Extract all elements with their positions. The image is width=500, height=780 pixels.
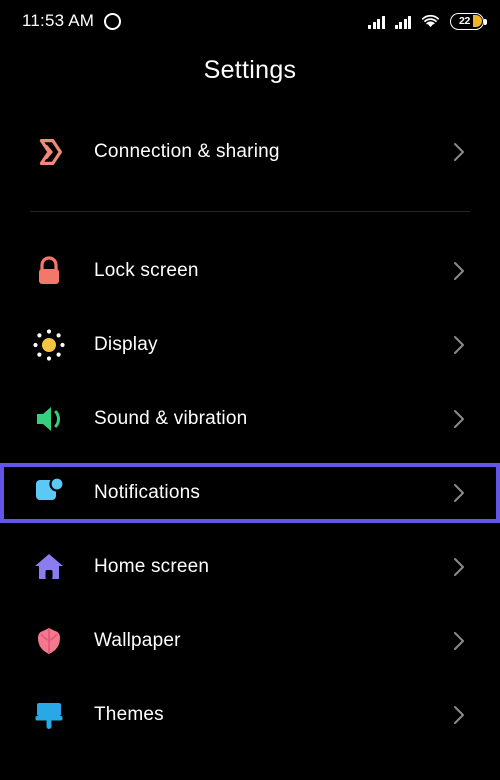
status-bar: 11:53 AM 22 — [0, 0, 500, 42]
settings-row-notifications[interactable]: Notifications — [0, 463, 500, 523]
chevron-right-icon — [452, 141, 466, 163]
settings-row-home-screen[interactable]: Home screen — [0, 530, 500, 604]
status-bar-clock: 11:53 AM — [22, 11, 95, 30]
settings-row-label: Sound & vibration — [94, 408, 248, 429]
settings-row-connection-sharing[interactable]: Connection & sharing — [0, 115, 500, 189]
wifi-icon — [421, 14, 440, 29]
chevron-right-icon — [452, 556, 466, 578]
settings-row-label: Wallpaper — [94, 630, 181, 651]
settings-row-wallpaper[interactable]: Wallpaper — [0, 604, 500, 678]
connection-sharing-icon — [26, 129, 72, 175]
section-divider — [30, 211, 470, 212]
camera-punch-hole-icon — [104, 12, 122, 30]
themes-brush-icon — [26, 692, 72, 738]
settings-row-label: Display — [94, 334, 158, 355]
cellular-signal-icon — [394, 14, 411, 29]
settings-row-display[interactable]: Display — [0, 308, 500, 382]
settings-row-label: Lock screen — [94, 260, 199, 281]
chevron-right-icon — [452, 334, 466, 356]
settings-row-label: Home screen — [94, 556, 210, 577]
chevron-right-icon — [452, 260, 466, 282]
home-icon — [26, 544, 72, 590]
lock-icon — [26, 248, 72, 294]
wallpaper-flower-icon — [26, 618, 72, 664]
chevron-right-icon — [452, 630, 466, 652]
status-bar-left: 11:53 AM — [22, 11, 122, 31]
battery-icon: 22 — [450, 12, 487, 30]
settings-row-label: Notifications — [94, 482, 201, 503]
settings-row-label: Themes — [94, 704, 164, 725]
settings-screen: 11:53 AM 22 Settings Connection & sharin… — [0, 0, 500, 780]
settings-row-label: Connection & sharing — [94, 141, 280, 162]
notifications-badge-icon — [26, 470, 72, 516]
status-bar-right: 22 — [368, 12, 487, 30]
chevron-right-icon — [452, 482, 466, 504]
settings-row-lock-screen[interactable]: Lock screen — [0, 234, 500, 308]
settings-list: Connection & sharing Lock screen Display… — [0, 115, 500, 752]
cellular-signal-icon — [368, 14, 385, 29]
sound-speaker-icon — [26, 396, 72, 442]
chevron-right-icon — [452, 408, 466, 430]
battery-level-label: 22 — [458, 15, 471, 27]
settings-row-sound-vibration[interactable]: Sound & vibration — [0, 382, 500, 456]
display-brightness-icon — [26, 322, 72, 368]
chevron-right-icon — [452, 704, 466, 726]
settings-row-themes[interactable]: Themes — [0, 678, 500, 752]
page-title: Settings — [203, 56, 297, 84]
